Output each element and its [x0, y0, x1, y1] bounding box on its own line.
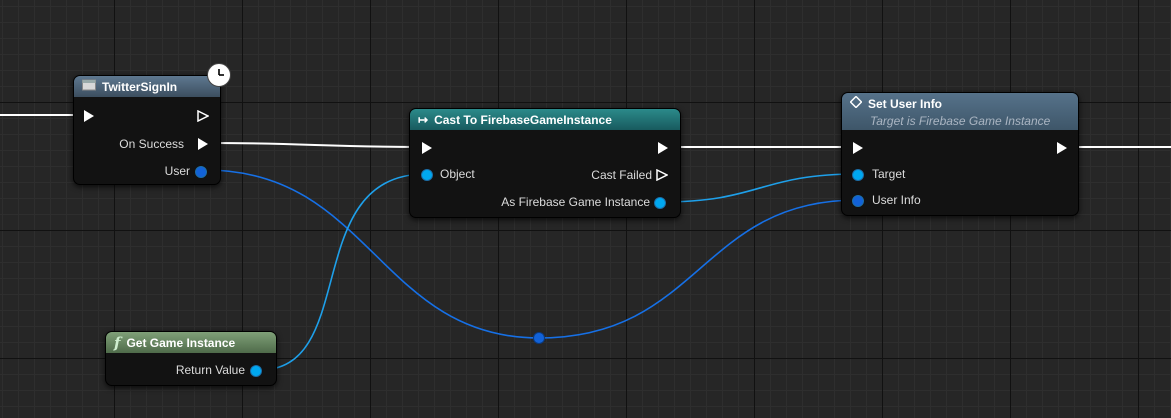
setinfo-exec-out-pin[interactable] — [1057, 142, 1067, 154]
twitter-signin-title: TwitterSignIn — [102, 79, 178, 94]
set-user-info-title: Set User Info — [868, 96, 943, 111]
setinfo-exec-in-pin[interactable] — [853, 142, 863, 154]
get-game-instance-title: Get Game Instance — [126, 335, 236, 350]
on-success-pin[interactable] — [198, 138, 208, 150]
get-game-instance-header[interactable]: f Get Game Instance — [106, 332, 276, 353]
exec-wire-success-to-cast — [209, 142, 421, 148]
cast-node-title: Cast To FirebaseGameInstance — [434, 112, 612, 127]
cast-node[interactable]: ↦ Cast To FirebaseGameInstance Object Ca… — [409, 108, 681, 218]
cast-arrow-icon: ↦ — [418, 112, 429, 127]
data-wire-reroute-to-userinfo — [538, 199, 858, 339]
twitter-signin-header[interactable]: TwitterSignIn — [74, 76, 220, 97]
on-success-label: On Success — [119, 137, 184, 151]
get-game-instance-node[interactable]: f Get Game Instance Return Value — [105, 331, 277, 386]
cast-exec-out-pin[interactable] — [658, 142, 668, 154]
cast-failed-label: Cast Failed — [591, 168, 652, 182]
object-label: Object — [440, 167, 475, 181]
object-input-pin[interactable] — [421, 169, 433, 181]
return-value-output-pin[interactable] — [250, 365, 262, 377]
set-user-info-subtitle: Target is Firebase Game Instance — [870, 114, 1051, 128]
target-input-pin[interactable] — [852, 169, 864, 181]
diamond-icon — [849, 95, 863, 111]
exec-in-pin[interactable] — [84, 110, 94, 122]
twitter-signin-node[interactable]: TwitterSignIn On Success User — [73, 63, 231, 185]
set-user-info-node[interactable]: Set User Info Target is Firebase Game In… — [841, 92, 1079, 216]
data-wire-return-to-object — [259, 173, 427, 371]
user-info-label: User Info — [872, 193, 921, 207]
user-output-pin[interactable] — [195, 166, 207, 178]
as-instance-label: As Firebase Game Instance — [501, 195, 650, 209]
reroute-node[interactable] — [533, 332, 545, 344]
cast-node-header[interactable]: ↦ Cast To FirebaseGameInstance — [410, 109, 680, 130]
user-label: User — [164, 164, 190, 178]
set-user-info-header[interactable]: Set User Info Target is Firebase Game In… — [842, 93, 1078, 130]
clock-icon — [207, 63, 231, 87]
data-wire-instance-to-target — [661, 173, 858, 203]
user-info-input-pin[interactable] — [852, 195, 864, 207]
return-value-label: Return Value — [175, 363, 245, 377]
cast-failed-pin[interactable] — [656, 169, 668, 181]
cast-exec-in-pin[interactable] — [422, 142, 432, 154]
function-library-icon — [82, 79, 96, 94]
target-label: Target — [872, 167, 906, 181]
function-f-icon: f — [114, 333, 121, 352]
as-instance-output-pin[interactable] — [654, 197, 666, 209]
exec-then-pin[interactable] — [197, 110, 209, 122]
